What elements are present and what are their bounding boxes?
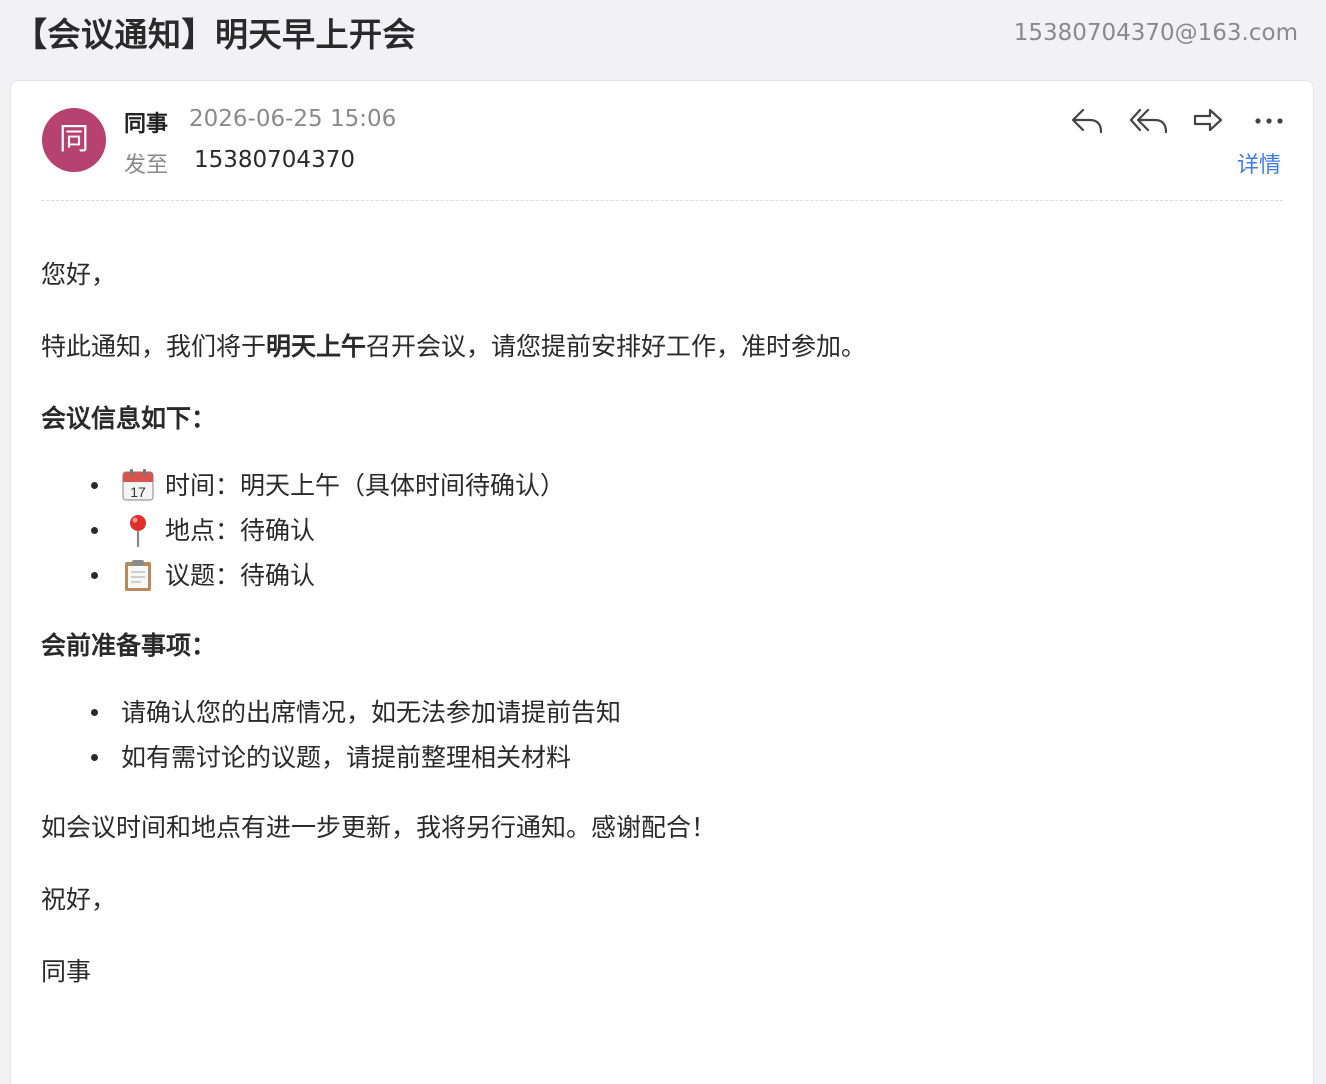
info-item-text: 时间：明天上午（具体时间待确认） (165, 471, 566, 500)
list-item: 17 时间：明天上午（具体时间待确认） (91, 463, 1271, 508)
sent-time: 2026-06-25 15:06 (189, 106, 397, 132)
message-body: 您好， 特此通知，我们将于明天上午召开会议，请您提前安排好工作，准时参加。 会议… (41, 257, 1271, 1026)
header-divider (41, 200, 1283, 201)
list-item: 地点：待确认 (91, 508, 1271, 553)
info-item-text: 议题：待确认 (165, 561, 316, 590)
intro-paragraph: 特此通知，我们将于明天上午召开会议，请您提前安排好工作，准时参加。 (41, 329, 1271, 364)
sender-name[interactable]: 同事 (124, 106, 168, 138)
intro-text-after: 召开会议，请您提前安排好工作，准时参加。 (366, 332, 867, 361)
intro-text-before: 特此通知，我们将于 (41, 332, 267, 361)
signature: 同事 (41, 957, 92, 986)
list-item: 请确认您的出席情况，如无法参加请提前告知 (91, 690, 1271, 735)
info-heading: 会议信息如下： (41, 404, 217, 433)
pin-icon (130, 514, 146, 547)
details-link[interactable]: 详情 (1237, 147, 1281, 179)
mail-header-bar: 【会议通知】明天早上开会 15380704370@163.com (0, 0, 1326, 72)
forward-button[interactable] (1188, 101, 1228, 141)
intro-text-bold: 明天上午 (266, 332, 367, 361)
forward-icon (1193, 108, 1223, 132)
prep-list: 请确认您的出席情况，如无法参加请提前告知 如有需讨论的议题，请提前整理相关材料 (41, 690, 1271, 780)
reply-icon (1071, 108, 1103, 134)
clipboard-icon (125, 559, 151, 591)
message-card: 同 同事 2026-06-25 15:06 发至 15380704370 详情 … (10, 80, 1314, 1084)
more-button[interactable] (1249, 101, 1289, 141)
closing-paragraph: 如会议时间和地点有进一步更新，我将另行通知。感谢配合！ (41, 813, 717, 842)
mail-reader: 【会议通知】明天早上开会 15380704370@163.com 同 同事 20… (0, 0, 1326, 1084)
reply-all-icon (1129, 108, 1168, 134)
list-item: 议题：待确认 (91, 553, 1271, 598)
avatar[interactable]: 同 (42, 108, 106, 172)
account-email: 15380704370@163.com (1013, 20, 1298, 46)
greeting: 您好， (41, 260, 117, 289)
mail-subject: 【会议通知】明天早上开会 (14, 15, 416, 54)
list-item: 如有需讨论的议题，请提前整理相关材料 (91, 735, 1271, 780)
info-item-text: 地点：待确认 (165, 516, 316, 545)
signoff: 祝好， (41, 885, 117, 914)
more-icon (1255, 118, 1283, 124)
recipient-label: 发至 (124, 153, 169, 178)
prep-heading: 会前准备事项： (41, 631, 217, 660)
calendar-icon: 17 (122, 468, 154, 501)
svg-text:17: 17 (130, 484, 146, 500)
reply-all-button[interactable] (1127, 101, 1171, 141)
reply-button[interactable] (1067, 101, 1107, 141)
info-list: 17 时间：明天上午（具体时间待确认） 地点：待确认 议题：待确认 (41, 463, 1271, 598)
recipient-value[interactable]: 15380704370 (194, 147, 355, 173)
